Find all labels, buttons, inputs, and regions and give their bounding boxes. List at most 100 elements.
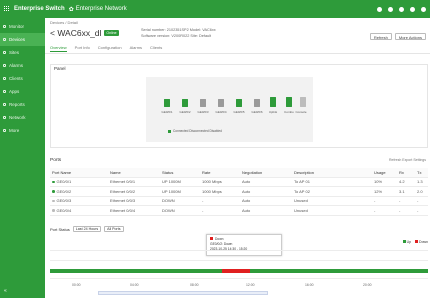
sidebar-item-label: More — [9, 128, 20, 133]
cell: 2.0 — [417, 188, 423, 194]
cell-text: GE0/0/3 — [56, 198, 72, 204]
search-icon[interactable] — [377, 6, 382, 12]
settings-icon[interactable] — [410, 6, 415, 12]
sidebar-item-label: Network — [9, 115, 26, 120]
cell: Ethernet 0/0/3 — [110, 198, 136, 204]
tab-port-info[interactable]: Port Info — [75, 45, 90, 52]
port-select[interactable]: All Ports — [104, 226, 124, 232]
sidebar-item-1[interactable]: Devices — [0, 33, 45, 46]
col-header[interactable]: Status — [160, 170, 200, 175]
col-header[interactable]: Rate — [200, 170, 240, 175]
page-title[interactable]: < WAC6xx_dl — [50, 28, 101, 38]
ports-title: Ports — [50, 158, 62, 163]
col-header[interactable]: Tx — [415, 170, 428, 175]
device-meta: Serial number: 2102351SP2 Model: VAC6xx … — [141, 27, 216, 39]
down-swatch — [415, 240, 419, 243]
app-grid-icon[interactable] — [4, 6, 10, 12]
col-header[interactable]: Port Name — [50, 170, 108, 175]
uplink-port[interactable] — [270, 97, 276, 107]
status-dot — [52, 190, 55, 193]
legend-label: Up — [406, 240, 412, 244]
sidebar-item-3[interactable]: Alarms — [0, 59, 45, 72]
sites-icon — [3, 51, 6, 54]
cell: Unused — [294, 198, 308, 204]
x-tick: 00:00 — [72, 283, 81, 287]
sidebar: Monitor Devices Sites Alarms Clients App… — [0, 18, 45, 298]
port-2[interactable] — [182, 99, 188, 107]
clients-icon — [3, 77, 6, 80]
port-5[interactable] — [236, 99, 242, 107]
cell: 3.1 — [399, 188, 405, 194]
table-tools[interactable]: Refresh Export Settings — [389, 158, 426, 162]
tab-overview[interactable]: Overview — [50, 45, 67, 52]
legend-item-up[interactable]: Up — [402, 240, 412, 244]
collapse-sidebar-button[interactable]: « — [4, 288, 7, 294]
status-badge: Online — [104, 30, 119, 36]
cell: Ethernet 0/0/2 — [110, 188, 136, 194]
grid-line — [50, 250, 428, 251]
sidebar-item-4[interactable]: Clients — [0, 72, 45, 85]
combo-port[interactable] — [286, 97, 292, 107]
tab-divider — [45, 53, 430, 54]
cell: Auto — [242, 188, 251, 194]
network-icon — [3, 116, 6, 119]
status-chart: Port Status Last 24 Hours All Ports Down… — [50, 226, 428, 296]
sidebar-item-7[interactable]: Network — [0, 111, 45, 124]
status-dot — [52, 180, 55, 184]
reports-icon — [3, 103, 6, 106]
more-actions-button[interactable]: More Actions — [394, 33, 426, 40]
tab-clients[interactable]: Clients — [150, 45, 162, 52]
sidebar-item-2[interactable]: Sites — [0, 46, 45, 59]
chart-legend: Up Down — [402, 240, 428, 244]
cell: 1000 Mbps — [202, 179, 222, 185]
table-row[interactable]: GE0/0/2 Ethernet 0/0/2 UP 1000M 1000 Mbp… — [50, 187, 428, 197]
device-panel: Panel GE0/0/1 GE0/0/2 GE0/0/3 GE0/0/4 GE… — [50, 64, 428, 148]
cell: To AP 02 — [294, 188, 310, 194]
cell: Auto — [242, 198, 251, 204]
col-header[interactable]: Rx — [397, 170, 415, 175]
port-label: GE0/0/6 — [251, 110, 263, 114]
console-port[interactable] — [300, 97, 306, 107]
sidebar-item-6[interactable]: Reports — [0, 98, 45, 111]
port-4[interactable] — [218, 99, 224, 107]
sidebar-item-8[interactable]: More — [0, 124, 45, 137]
col-header[interactable]: Description — [292, 170, 372, 175]
port-label: GE0/0/4 — [215, 110, 227, 114]
port-1[interactable] — [164, 99, 170, 107]
cell: Ethernet 0/0/4 — [110, 207, 136, 213]
cell: - — [399, 198, 401, 204]
cell: GE0/0/3 — [50, 198, 108, 203]
tab-configuration[interactable]: Configuration — [98, 45, 122, 52]
port-3[interactable] — [200, 99, 206, 107]
table-row[interactable]: GE0/0/3 Ethernet 0/0/3 DOWN - Auto Unuse… — [50, 197, 428, 206]
cell: - — [374, 198, 376, 204]
cell: Auto — [242, 179, 251, 185]
status-bar-down[interactable] — [222, 269, 250, 273]
sidebar-item-5[interactable]: Apps — [0, 85, 45, 98]
time-range-select[interactable]: Last 24 Hours — [72, 226, 102, 232]
user-icon[interactable] — [421, 6, 426, 12]
app-name: Enterprise Switch — [14, 6, 65, 12]
col-header[interactable]: Usage — [372, 170, 397, 175]
legend-item-down[interactable]: Down — [415, 240, 428, 244]
breadcrumb[interactable]: Devices / Detail — [50, 20, 78, 25]
chart-title: Port Status — [50, 226, 70, 232]
col-header[interactable]: Negotiation — [240, 170, 292, 175]
bell-icon[interactable] — [388, 6, 393, 12]
col-header[interactable]: Name — [108, 170, 160, 175]
panel-body: GE0/0/1 GE0/0/2 GE0/0/3 GE0/0/4 GE0/0/5 … — [146, 77, 313, 142]
table-row[interactable]: GE0/0/4 Ethernet 0/0/4 DOWN - Auto Unuse… — [50, 206, 428, 216]
tab-alarms[interactable]: Alarms — [130, 45, 142, 52]
help-icon[interactable] — [399, 6, 404, 12]
x-tick: 08:00 — [190, 283, 199, 287]
port-6[interactable] — [254, 99, 260, 107]
tabs: Overview Port Info Configuration Alarms … — [50, 45, 162, 52]
cell: GE0/0/4 — [50, 208, 108, 213]
brand-name: Enterprise Network — [75, 6, 127, 12]
refresh-button[interactable]: Refresh — [369, 33, 392, 40]
cell: UP 1000M — [162, 179, 181, 185]
port-label: Uplink — [268, 110, 278, 114]
table-row[interactable]: GE0/0/1 Ethernet 0/0/1 UP 1000M 1000 Mbp… — [50, 178, 428, 187]
sidebar-item-0[interactable]: Monitor — [0, 20, 45, 33]
time-range-scroller[interactable] — [98, 291, 268, 295]
